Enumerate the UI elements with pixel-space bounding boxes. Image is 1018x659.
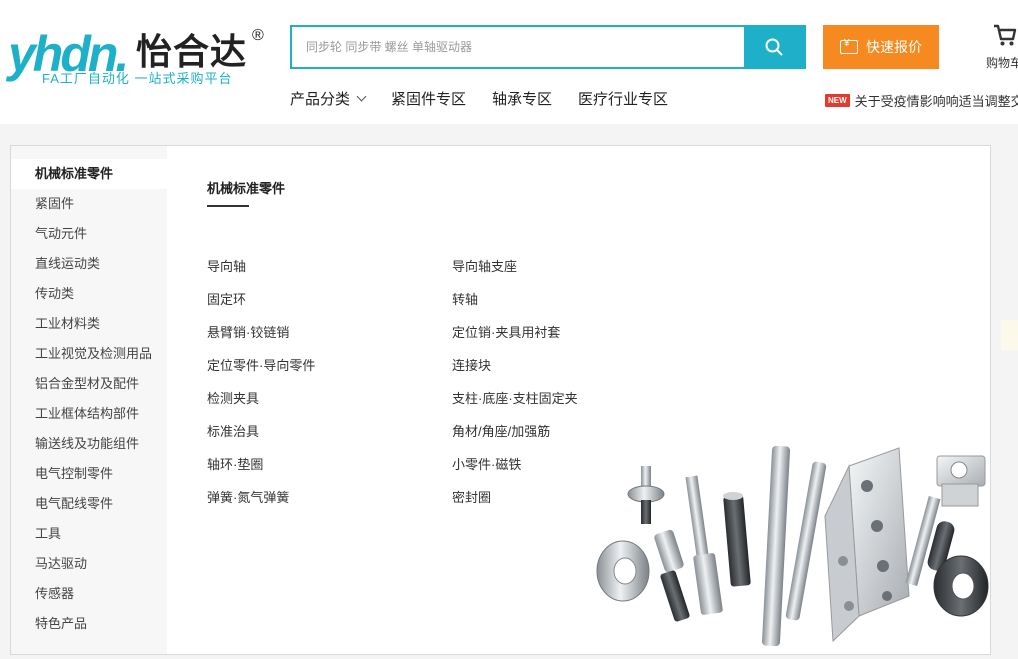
quick-quote-button[interactable]: 快速报价 — [823, 25, 939, 69]
logo-chinese-name: 怡合达 — [136, 31, 248, 72]
chevron-down-icon — [356, 91, 367, 101]
category-item[interactable]: 工业视觉及检测用品 — [11, 339, 167, 369]
subcategory-link[interactable]: 检测夹具 — [207, 388, 259, 407]
mechanical-parts-image — [596, 446, 989, 647]
page: yhdn. 怡合达 ® FA工厂自动化 一站式采购平台 快速报价 — [0, 0, 1018, 659]
site-header: yhdn. 怡合达 ® FA工厂自动化 一站式采购平台 快速报价 — [0, 0, 1018, 124]
cart-icon — [994, 24, 1017, 46]
main-nav: 产品分类 紧固件专区 轴承专区 医疗行业专区 — [290, 88, 668, 108]
news-ticker[interactable]: NEW 关于受疫情影响响适当调整交期的通知 — [825, 90, 1018, 110]
category-item[interactable]: 特色产品 — [11, 609, 167, 639]
title-underline — [207, 205, 249, 207]
nav-bearing-zone[interactable]: 轴承专区 — [492, 88, 552, 108]
subcategory-link[interactable]: 连接块 — [452, 355, 491, 374]
category-item[interactable]: 直线运动类 — [11, 249, 167, 279]
category-sidebar: 机械标准零件 紧固件 气动元件 直线运动类 传动类 工业材料类 工业视觉及检测用… — [11, 146, 167, 654]
subcategory-link[interactable]: 弹簧·氮气弹簧 — [207, 487, 289, 506]
content-title: 机械标准零件 — [207, 181, 286, 196]
category-item[interactable]: 马达驱动 — [11, 549, 167, 579]
registered-mark: ® — [252, 27, 264, 44]
search-button[interactable] — [744, 27, 804, 67]
category-item[interactable]: 铝合金型材及配件 — [11, 369, 167, 399]
news-text: 关于受疫情影响响适当调整交期的通知 — [854, 93, 1018, 109]
category-item[interactable]: 气动元件 — [11, 219, 167, 249]
subcategory-link[interactable]: 定位零件·导向零件 — [207, 355, 315, 374]
subcategory-link[interactable]: 标准治具 — [207, 421, 259, 440]
category-item[interactable]: 传动类 — [11, 279, 167, 309]
subcategory-link[interactable]: 支柱·底座·支柱固定夹 — [452, 388, 578, 407]
nav-medical-zone[interactable]: 医疗行业专区 — [578, 88, 668, 108]
subcategory-link[interactable]: 密封圈 — [452, 487, 491, 506]
new-badge: NEW — [825, 93, 850, 107]
side-banner-edge — [1001, 320, 1018, 350]
category-item[interactable]: 工业材料类 — [11, 309, 167, 339]
category-item[interactable]: 工业框体结构部件 — [11, 399, 167, 429]
category-content: 机械标准零件 导向轴 固定环 悬臂销·铰链销 定位零件·导向零件 检测夹具 标准… — [167, 146, 990, 654]
nav-label: 产品分类 — [290, 90, 351, 108]
quote-icon — [840, 38, 858, 54]
subcategory-link[interactable]: 小零件·磁铁 — [452, 454, 521, 473]
subcategory-link[interactable]: 定位销·夹具用衬套 — [452, 322, 560, 341]
subcategory-link[interactable]: 角材/角座/加强筋 — [452, 421, 550, 440]
nav-label: 轴承专区 — [492, 90, 553, 108]
category-item[interactable]: 机械标准零件 — [11, 159, 167, 189]
subcategory-link[interactable]: 转轴 — [452, 289, 478, 308]
cart-button[interactable]: 购物车 — [986, 20, 1018, 76]
logo-tagline: FA工厂自动化 一站式采购平台 — [42, 71, 233, 86]
subcategory-link[interactable]: 固定环 — [207, 289, 246, 308]
category-item[interactable]: 工具 — [11, 519, 167, 549]
category-item[interactable]: 电气控制零件 — [11, 459, 167, 489]
nav-label: 紧固件专区 — [391, 90, 467, 108]
subcategory-link[interactable]: 导向轴 — [207, 256, 246, 275]
search-icon — [765, 38, 783, 56]
subcategory-link[interactable]: 轴环·垫圈 — [207, 454, 263, 473]
category-item[interactable]: 传感器 — [11, 579, 167, 609]
nav-label: 医疗行业专区 — [578, 90, 669, 108]
subcategory-link[interactable]: 悬臂销·铰链销 — [207, 322, 289, 341]
category-item[interactable]: 电气配线零件 — [11, 489, 167, 519]
cart-label: 购物车 — [986, 56, 1018, 70]
nav-fastener-zone[interactable]: 紧固件专区 — [391, 88, 466, 108]
category-item[interactable]: 紧固件 — [11, 189, 167, 219]
category-item[interactable]: 输送线及功能组件 — [11, 429, 167, 459]
category-mega-menu: 机械标准零件 紧固件 气动元件 直线运动类 传动类 工业材料类 工业视觉及检测用… — [10, 145, 991, 655]
quick-quote-label: 快速报价 — [866, 39, 922, 55]
nav-product-categories[interactable]: 产品分类 — [290, 88, 367, 108]
search-input[interactable] — [292, 27, 746, 67]
site-logo[interactable]: yhdn. 怡合达 ® FA工厂自动化 一站式采购平台 — [8, 28, 270, 90]
subcategory-link[interactable]: 导向轴支座 — [452, 256, 517, 275]
search-bar — [290, 25, 806, 69]
